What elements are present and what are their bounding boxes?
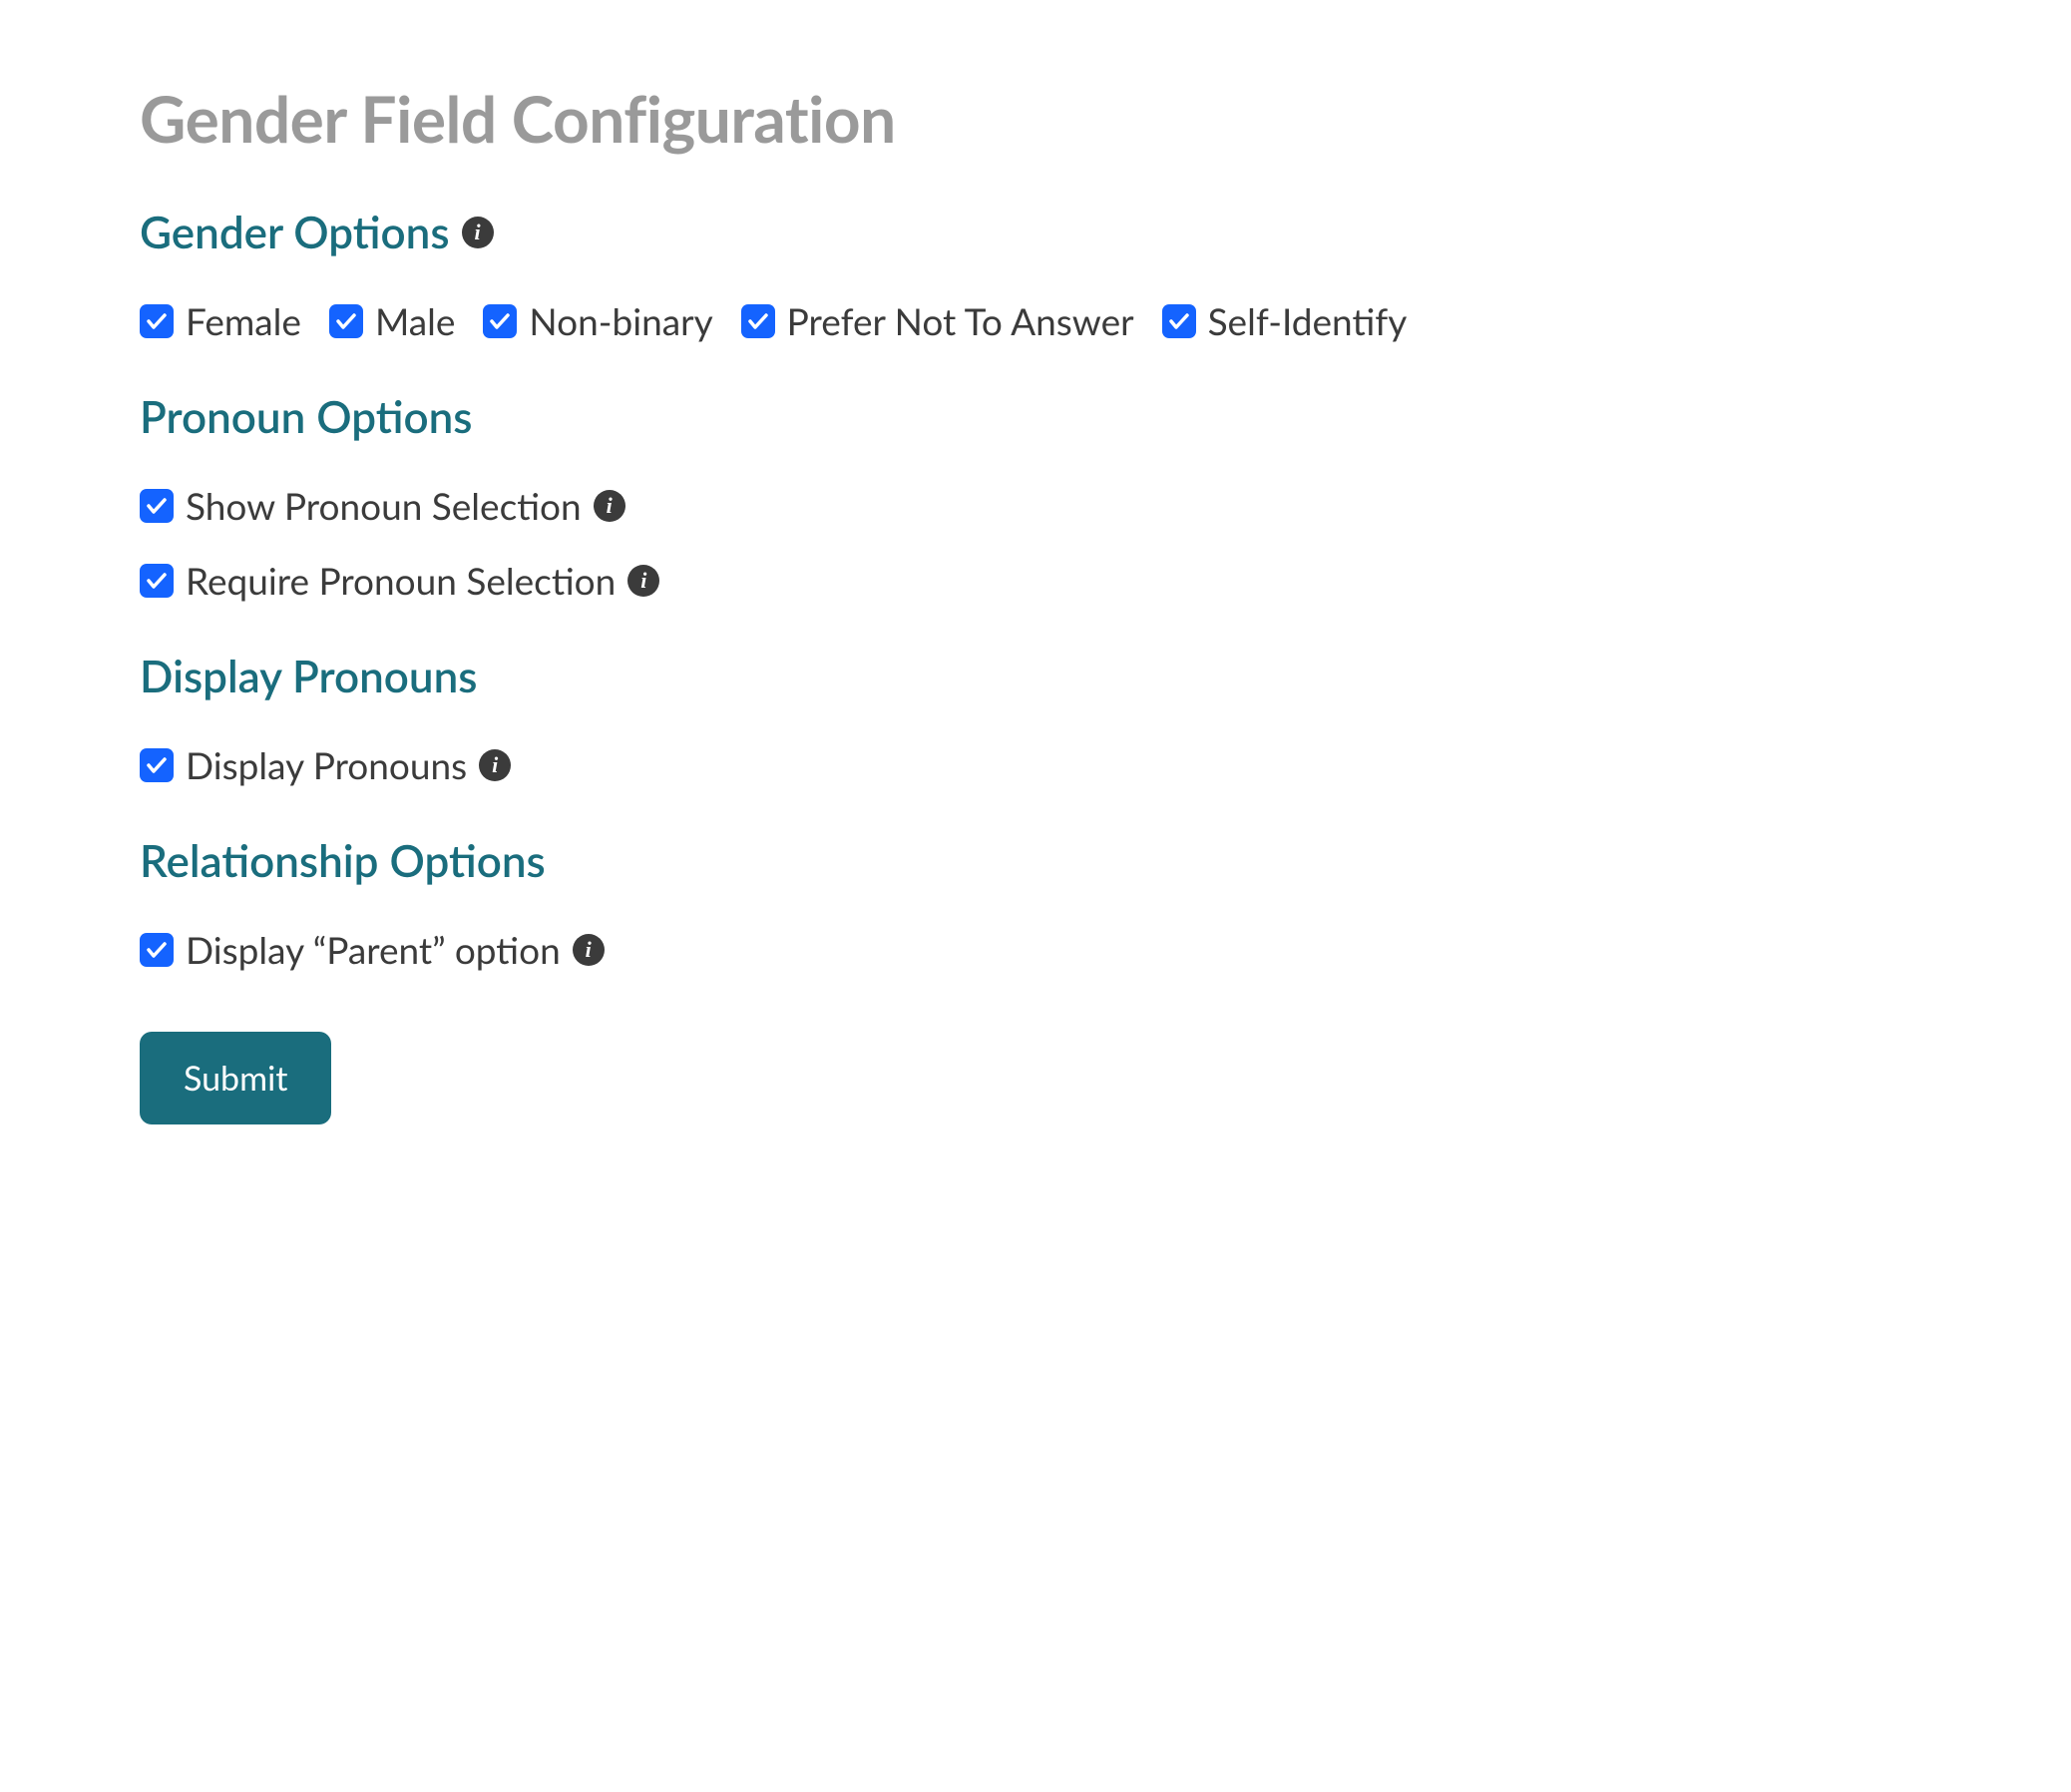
checkbox-male[interactable] [329, 304, 363, 338]
info-icon[interactable]: i [627, 565, 659, 597]
submit-button[interactable]: Submit [140, 1032, 331, 1124]
info-icon[interactable]: i [594, 490, 625, 522]
checkbox-label: Non-binary [529, 298, 712, 343]
info-icon[interactable]: i [479, 749, 511, 781]
checkbox-label: Male [375, 298, 455, 343]
checkbox-item-show-pronoun-selection: Show Pronoun Selection i [140, 483, 1931, 528]
heading-text: Display Pronouns [140, 651, 478, 702]
checkbox-display-pronouns[interactable] [140, 748, 174, 782]
page-title: Gender Field Configuration [140, 80, 1931, 157]
checkbox-item-male: Male [329, 298, 455, 343]
checkbox-label: Require Pronoun Selection [186, 558, 616, 603]
checkbox-non-binary[interactable] [483, 304, 517, 338]
checkbox-item-female: Female [140, 298, 301, 343]
info-icon[interactable]: i [573, 934, 605, 966]
pronoun-options-stack: Show Pronoun Selection i Require Pronoun… [140, 483, 1931, 603]
section-heading-relationship-options: Relationship Options [140, 835, 1931, 887]
gender-options-row: Female Male Non-binary Prefer Not To Ans… [140, 298, 1931, 343]
display-pronouns-stack: Display Pronouns i [140, 742, 1931, 787]
heading-text: Relationship Options [140, 835, 546, 887]
checkbox-display-parent-option[interactable] [140, 933, 174, 967]
section-heading-display-pronouns: Display Pronouns [140, 651, 1931, 702]
checkbox-label: Display Pronouns [186, 742, 467, 787]
checkbox-label: Show Pronoun Selection [186, 483, 582, 528]
checkbox-show-pronoun-selection[interactable] [140, 489, 174, 523]
checkbox-self-identify[interactable] [1162, 304, 1196, 338]
checkbox-label: Self-Identify [1208, 298, 1408, 343]
checkbox-label: Display “Parent” option [186, 927, 561, 972]
info-icon[interactable]: i [462, 217, 494, 248]
section-heading-pronoun-options: Pronoun Options [140, 391, 1931, 443]
checkbox-item-non-binary: Non-binary [483, 298, 712, 343]
checkbox-item-prefer-not-to-answer: Prefer Not To Answer [741, 298, 1134, 343]
section-heading-gender-options: Gender Options i [140, 207, 1931, 258]
relationship-options-stack: Display “Parent” option i [140, 927, 1931, 972]
checkbox-item-display-parent-option: Display “Parent” option i [140, 927, 1931, 972]
checkbox-label: Prefer Not To Answer [787, 298, 1134, 343]
heading-text: Pronoun Options [140, 391, 473, 443]
checkbox-label: Female [186, 298, 301, 343]
checkbox-require-pronoun-selection[interactable] [140, 564, 174, 598]
checkbox-item-display-pronouns: Display Pronouns i [140, 742, 1931, 787]
checkbox-female[interactable] [140, 304, 174, 338]
heading-text: Gender Options [140, 207, 450, 258]
checkbox-prefer-not-to-answer[interactable] [741, 304, 775, 338]
checkbox-item-self-identify: Self-Identify [1162, 298, 1408, 343]
checkbox-item-require-pronoun-selection: Require Pronoun Selection i [140, 558, 1931, 603]
